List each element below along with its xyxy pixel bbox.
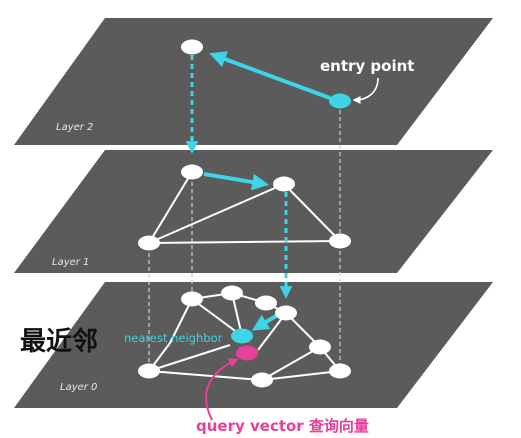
layer-1-plane	[14, 150, 493, 273]
graph-node	[221, 285, 243, 301]
nearest-neighbor-label: nearest neighbor	[124, 331, 223, 345]
graph-node	[255, 295, 277, 311]
graph-node	[181, 39, 203, 55]
graph-node	[251, 372, 273, 388]
graph-node	[181, 164, 203, 180]
query-vector-label: query vector 查询向量	[196, 417, 369, 435]
layer-2: Layer 2	[14, 18, 493, 145]
graph-node	[138, 235, 160, 251]
graph-node	[275, 305, 297, 321]
entry-point-label: entry point	[320, 57, 414, 75]
graph-node	[309, 339, 331, 355]
graph-node	[273, 176, 295, 192]
layer-2-label: Layer 2	[56, 122, 93, 133]
graph-node	[329, 233, 351, 249]
query-vector-node	[236, 345, 258, 361]
nearest-neighbor-node	[231, 328, 253, 344]
graph-node	[329, 363, 351, 379]
entry-point-node	[329, 93, 351, 109]
nearest-neighbor-cn-label: 最近邻	[20, 327, 98, 357]
diagram-canvas: Layer 2 Layer 1 Layer 0 entry point near…	[14, 18, 493, 435]
hnsw-diagram: Layer 2 Layer 1 Layer 0 entry point near…	[0, 0, 521, 438]
graph-node	[181, 291, 203, 307]
layer-0-label: Layer 0	[60, 382, 97, 393]
layer-1: Layer 1	[14, 150, 493, 273]
graph-node	[138, 363, 160, 379]
layer-1-label: Layer 1	[52, 257, 89, 268]
